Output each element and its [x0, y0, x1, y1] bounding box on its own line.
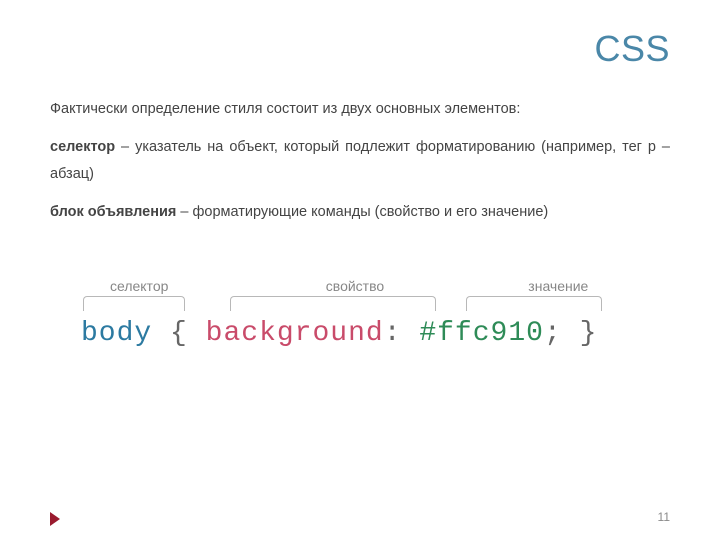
code-brace-close: }	[580, 318, 598, 349]
bracket-property	[230, 296, 436, 311]
diagram-brackets	[80, 296, 640, 314]
code-brace-open: {	[170, 318, 188, 349]
label-selector: селектор	[80, 278, 273, 294]
page-number: 11	[658, 510, 670, 524]
syntax-diagram: селектор свойство значение body { backgr…	[50, 278, 670, 349]
body-text: Фактически определение стиля состоит из …	[50, 96, 670, 226]
paragraph-declaration: блок объявления – форматирующие команды …	[50, 199, 670, 227]
code-value: #ffc910	[419, 318, 544, 349]
play-icon	[50, 512, 60, 526]
code-property: background	[206, 318, 384, 349]
diagram-labels: селектор свойство значение	[80, 278, 640, 294]
term-selector: селектор	[50, 139, 115, 155]
paragraph-intro: Фактически определение стиля состоит из …	[50, 96, 670, 124]
label-property: свойство	[273, 278, 436, 294]
bracket-selector	[83, 296, 185, 311]
label-value: значение	[437, 278, 640, 294]
bracket-value	[466, 296, 602, 311]
slide: CSS Фактически определение стиля состоит…	[0, 0, 720, 540]
slide-title: CSS	[50, 28, 670, 70]
code-selector: body	[81, 318, 152, 349]
term-declaration: блок объявления	[50, 204, 176, 220]
term-selector-def: – указатель на объект, который подлежит …	[50, 139, 670, 183]
code-example: body { background: #ffc910; }	[79, 318, 641, 349]
term-declaration-def: – форматирующие команды (свойство и его …	[176, 204, 548, 220]
code-semicolon: ;	[544, 318, 562, 349]
code-colon: :	[384, 318, 402, 349]
paragraph-selector: селектор – указатель на объект, который …	[50, 134, 670, 189]
